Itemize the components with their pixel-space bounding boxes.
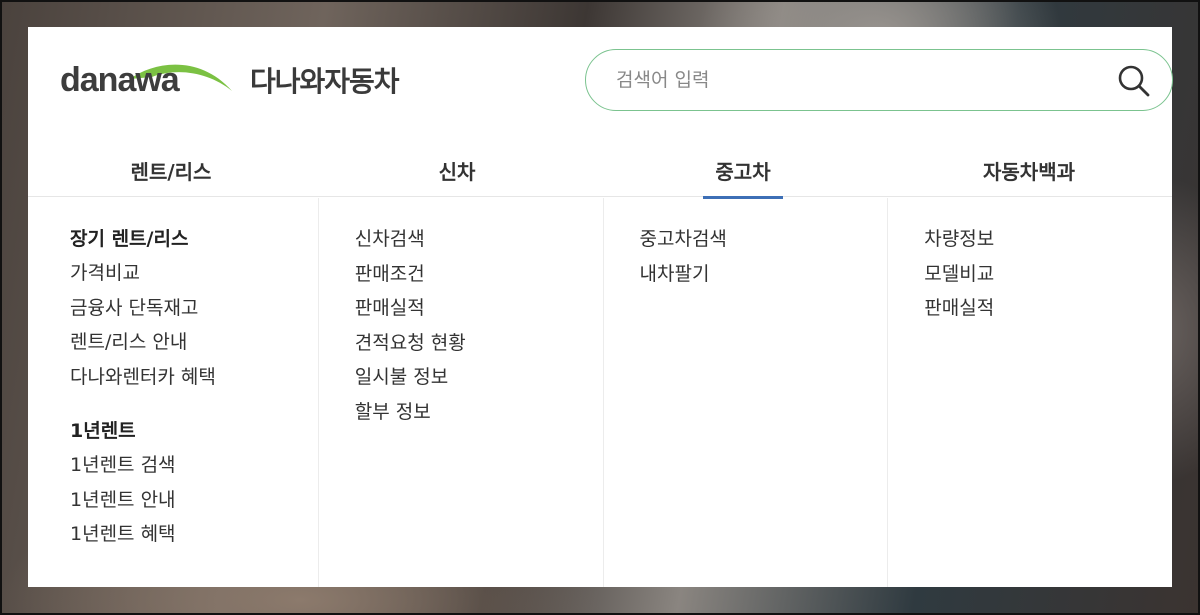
menu-link-lump-sum-info[interactable]: 일시불 정보 xyxy=(355,360,603,395)
menu-link-sell-my-car[interactable]: 내차팔기 xyxy=(640,257,888,292)
menu-link-rentacar-benefit[interactable]: 다나와렌터카 혜택 xyxy=(70,360,318,395)
logo-wordmark: danawa xyxy=(60,61,180,99)
menu-link-model-compare[interactable]: 모델비교 xyxy=(924,257,1172,292)
menu-link-quote-status[interactable]: 견적요청 현황 xyxy=(355,326,603,361)
menu-link-sales-record[interactable]: 판매실적 xyxy=(924,291,1172,326)
danawa-logo[interactable]: danawa xyxy=(60,57,240,101)
menu-link-rent-guide[interactable]: 렌트/리스 안내 xyxy=(70,325,318,360)
search-box xyxy=(585,49,1173,111)
menu-link-new-car-search[interactable]: 신차검색 xyxy=(355,222,603,257)
group-title: 1년렌트 xyxy=(70,420,136,442)
menu-link-installment-info[interactable]: 할부 정보 xyxy=(355,395,603,430)
tab-encyclopedia[interactable]: 자동차백과 xyxy=(886,147,1172,196)
search-button[interactable] xyxy=(1116,64,1152,98)
menu-link-vehicle-info[interactable]: 차량정보 xyxy=(924,222,1172,257)
menu-link-sales-record[interactable]: 판매실적 xyxy=(355,291,603,326)
menu-link-one-year-benefit[interactable]: 1년렌트 혜택 xyxy=(70,517,318,552)
long-term-rent-group: 장기 렌트/리스 가격비교 금융사 단독재고 렌트/리스 안내 다나와렌터카 혜… xyxy=(70,222,318,394)
menu-link-used-car-search[interactable]: 중고차검색 xyxy=(640,222,888,257)
menu-columns: 장기 렌트/리스 가격비교 금융사 단독재고 렌트/리스 안내 다나와렌터카 혜… xyxy=(28,198,1172,587)
search-icon xyxy=(1118,65,1150,97)
menu-link-sale-conditions[interactable]: 판매조건 xyxy=(355,257,603,292)
menu-link-one-year-search[interactable]: 1년렌트 검색 xyxy=(70,448,318,483)
category-tabs: 렌트/리스 신차 중고차 자동차백과 xyxy=(28,147,1172,199)
mega-menu-panel: danawa 다나와자동차 렌트/리스 신차 중고차 자동차백과 장기 렌트/리… xyxy=(28,27,1173,587)
one-year-rent-group: 1년렌트 1년렌트 검색 1년렌트 안내 1년렌트 혜택 xyxy=(70,414,318,552)
tab-rent-lease[interactable]: 렌트/리스 xyxy=(28,147,314,196)
tab-used-car[interactable]: 중고차 xyxy=(600,147,886,199)
service-title[interactable]: 다나와자동차 xyxy=(250,60,400,100)
menu-link-price-compare[interactable]: 가격비교 xyxy=(70,256,318,291)
used-car-column: 중고차검색 내차팔기 xyxy=(604,198,889,587)
group-title: 장기 렌트/리스 xyxy=(70,228,189,250)
new-car-column: 신차검색 판매조건 판매실적 견적요청 현황 일시불 정보 할부 정보 xyxy=(319,198,604,587)
search-input[interactable] xyxy=(616,64,1096,96)
menu-link-one-year-guide[interactable]: 1년렌트 안내 xyxy=(70,483,318,518)
rent-lease-column: 장기 렌트/리스 가격비교 금융사 단독재고 렌트/리스 안내 다나와렌터카 혜… xyxy=(28,198,319,587)
tab-new-car[interactable]: 신차 xyxy=(314,147,600,196)
menu-link-exclusive-stock[interactable]: 금융사 단독재고 xyxy=(70,291,318,326)
encyclopedia-column: 차량정보 모델비교 판매실적 xyxy=(888,198,1172,587)
